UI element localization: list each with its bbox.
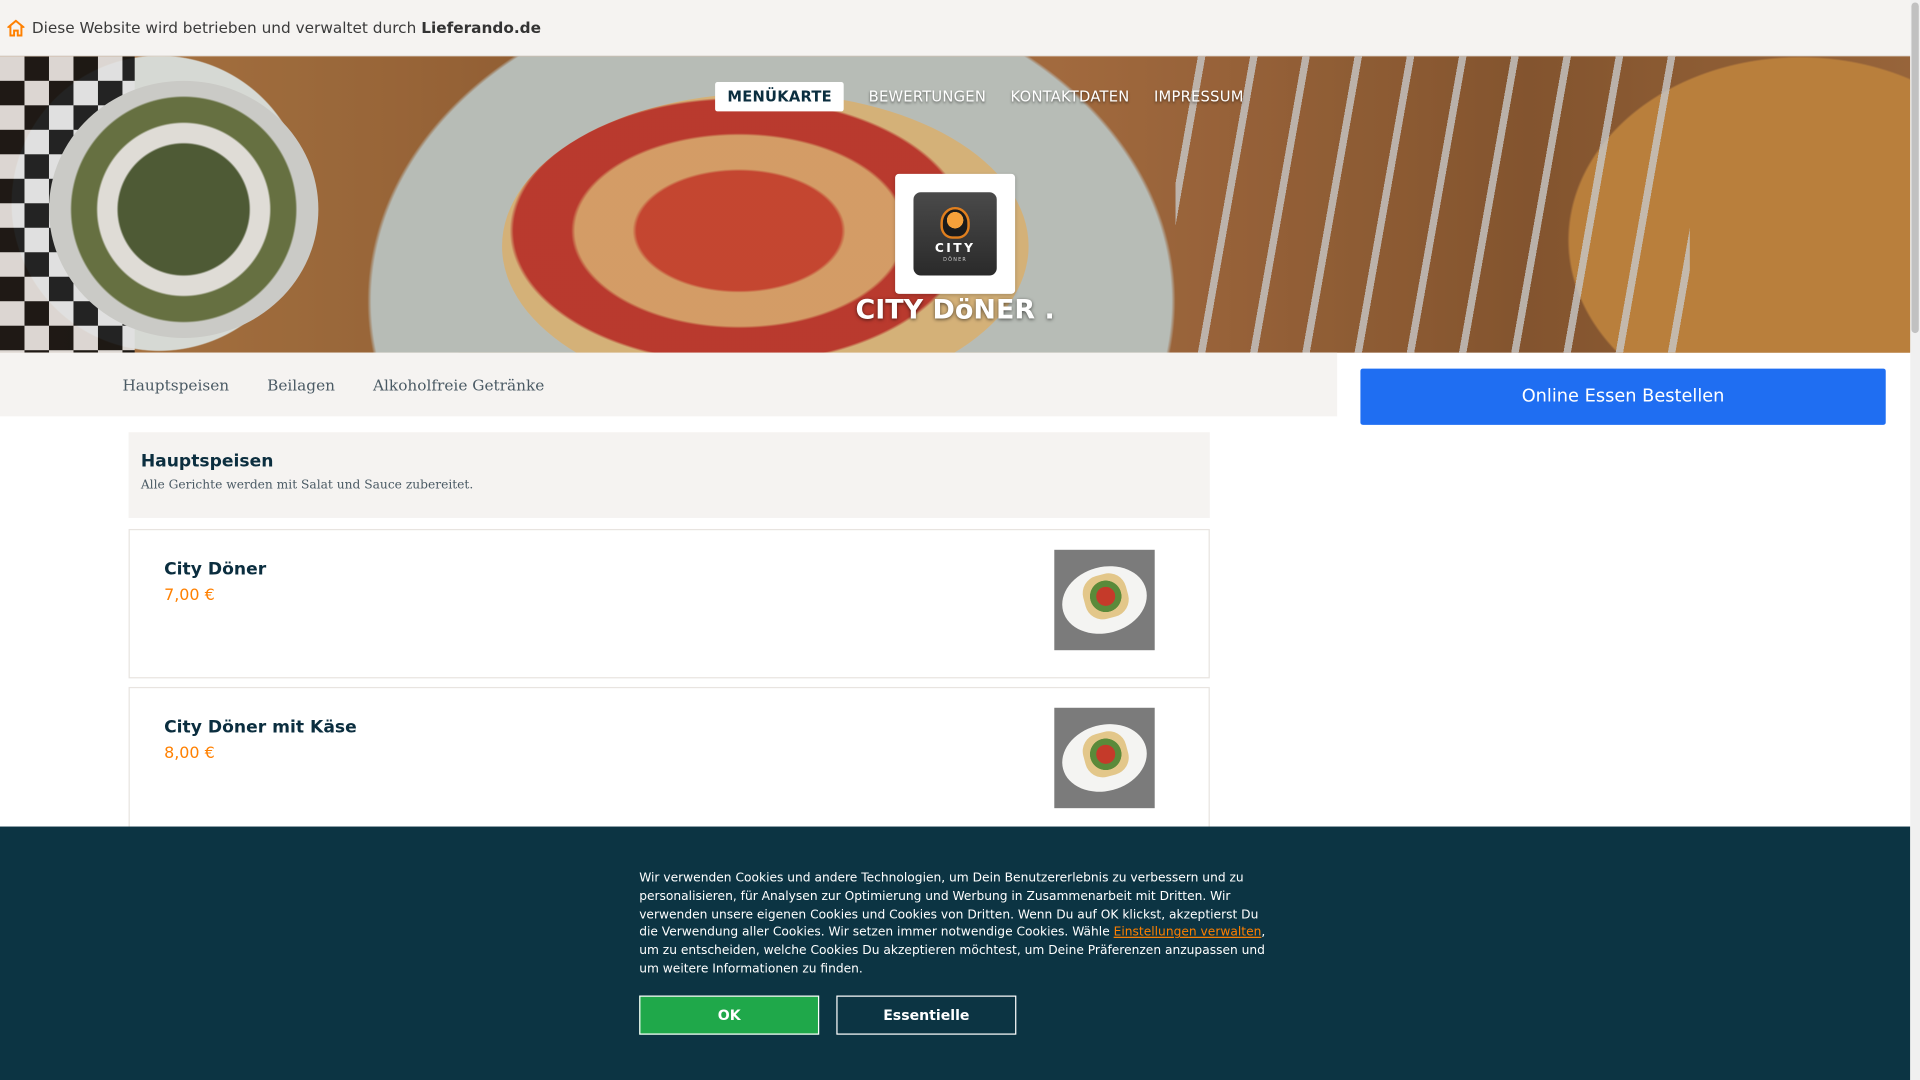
- order-online-button[interactable]: Online Essen Bestellen: [1360, 368, 1886, 425]
- menu-item[interactable]: City Döner mit Käse 8,00 €: [128, 686, 1210, 837]
- nav-menukarte[interactable]: MENÜKARTE: [715, 82, 845, 112]
- logo-subtext: DÖNER: [943, 255, 968, 262]
- operator-bar: Diese Website wird betrieben und verwalt…: [0, 0, 1911, 57]
- cookie-ok-button[interactable]: OK: [639, 995, 820, 1035]
- section-description: Alle Gerichte werden mit Salat und Sauce…: [140, 478, 474, 493]
- menu-item-name: City Döner mit Käse: [164, 717, 357, 738]
- page-scrollbar[interactable]: [1910, 0, 1920, 1080]
- cookie-banner: Wir verwenden Cookies und andere Technol…: [0, 826, 1911, 1080]
- cookie-essential-button[interactable]: Essentielle: [836, 995, 1017, 1035]
- menu-item-price: 7,00 €: [164, 586, 215, 605]
- menu-item-photo: [1054, 549, 1155, 651]
- menu-item-price: 8,00 €: [164, 744, 215, 763]
- cookie-text: Wir verwenden Cookies und andere Technol…: [639, 871, 1266, 976]
- main-nav: MENÜKARTE BEWERTUNGEN KONTAKTDATEN IMPRE…: [715, 82, 1256, 112]
- cookie-settings-link[interactable]: Einstellungen verwalten: [1114, 926, 1262, 939]
- operator-brand: Lieferando.de: [421, 18, 542, 37]
- scrollbar-thumb[interactable]: [1911, 2, 1919, 334]
- restaurant-name: CITY DöNER .: [855, 295, 1055, 326]
- section-header: Hauptspeisen Alle Gerichte werden mit Sa…: [128, 432, 1210, 518]
- category-alkoholfreie-getraenke[interactable]: Alkoholfreie Getränke: [373, 375, 544, 393]
- section-title: Hauptspeisen: [140, 451, 274, 472]
- home-icon: [5, 18, 26, 36]
- operator-text: Diese Website wird betrieben und verwalt…: [31, 18, 417, 37]
- restaurant-logo: CITY DÖNER: [895, 173, 1016, 294]
- menu-item[interactable]: City Döner 7,00 €: [128, 528, 1210, 679]
- hero-banner: MENÜKARTE BEWERTUNGEN KONTAKTDATEN IMPRE…: [0, 56, 1911, 353]
- nav-bewertungen[interactable]: BEWERTUNGEN: [856, 82, 998, 111]
- nav-kontaktdaten[interactable]: KONTAKTDATEN: [998, 82, 1141, 111]
- category-beilagen[interactable]: Beilagen: [267, 375, 335, 393]
- menu-item-photo: [1054, 707, 1155, 809]
- logo-text: CITY: [934, 241, 976, 256]
- menu-item-name: City Döner: [164, 559, 267, 580]
- nav-impressum[interactable]: IMPRESSUM: [1142, 82, 1256, 111]
- category-nav: Hauptspeisen Beilagen Alkoholfreie Geträ…: [0, 352, 1338, 417]
- category-hauptspeisen[interactable]: Hauptspeisen: [122, 375, 229, 393]
- flame-icon: [940, 206, 970, 239]
